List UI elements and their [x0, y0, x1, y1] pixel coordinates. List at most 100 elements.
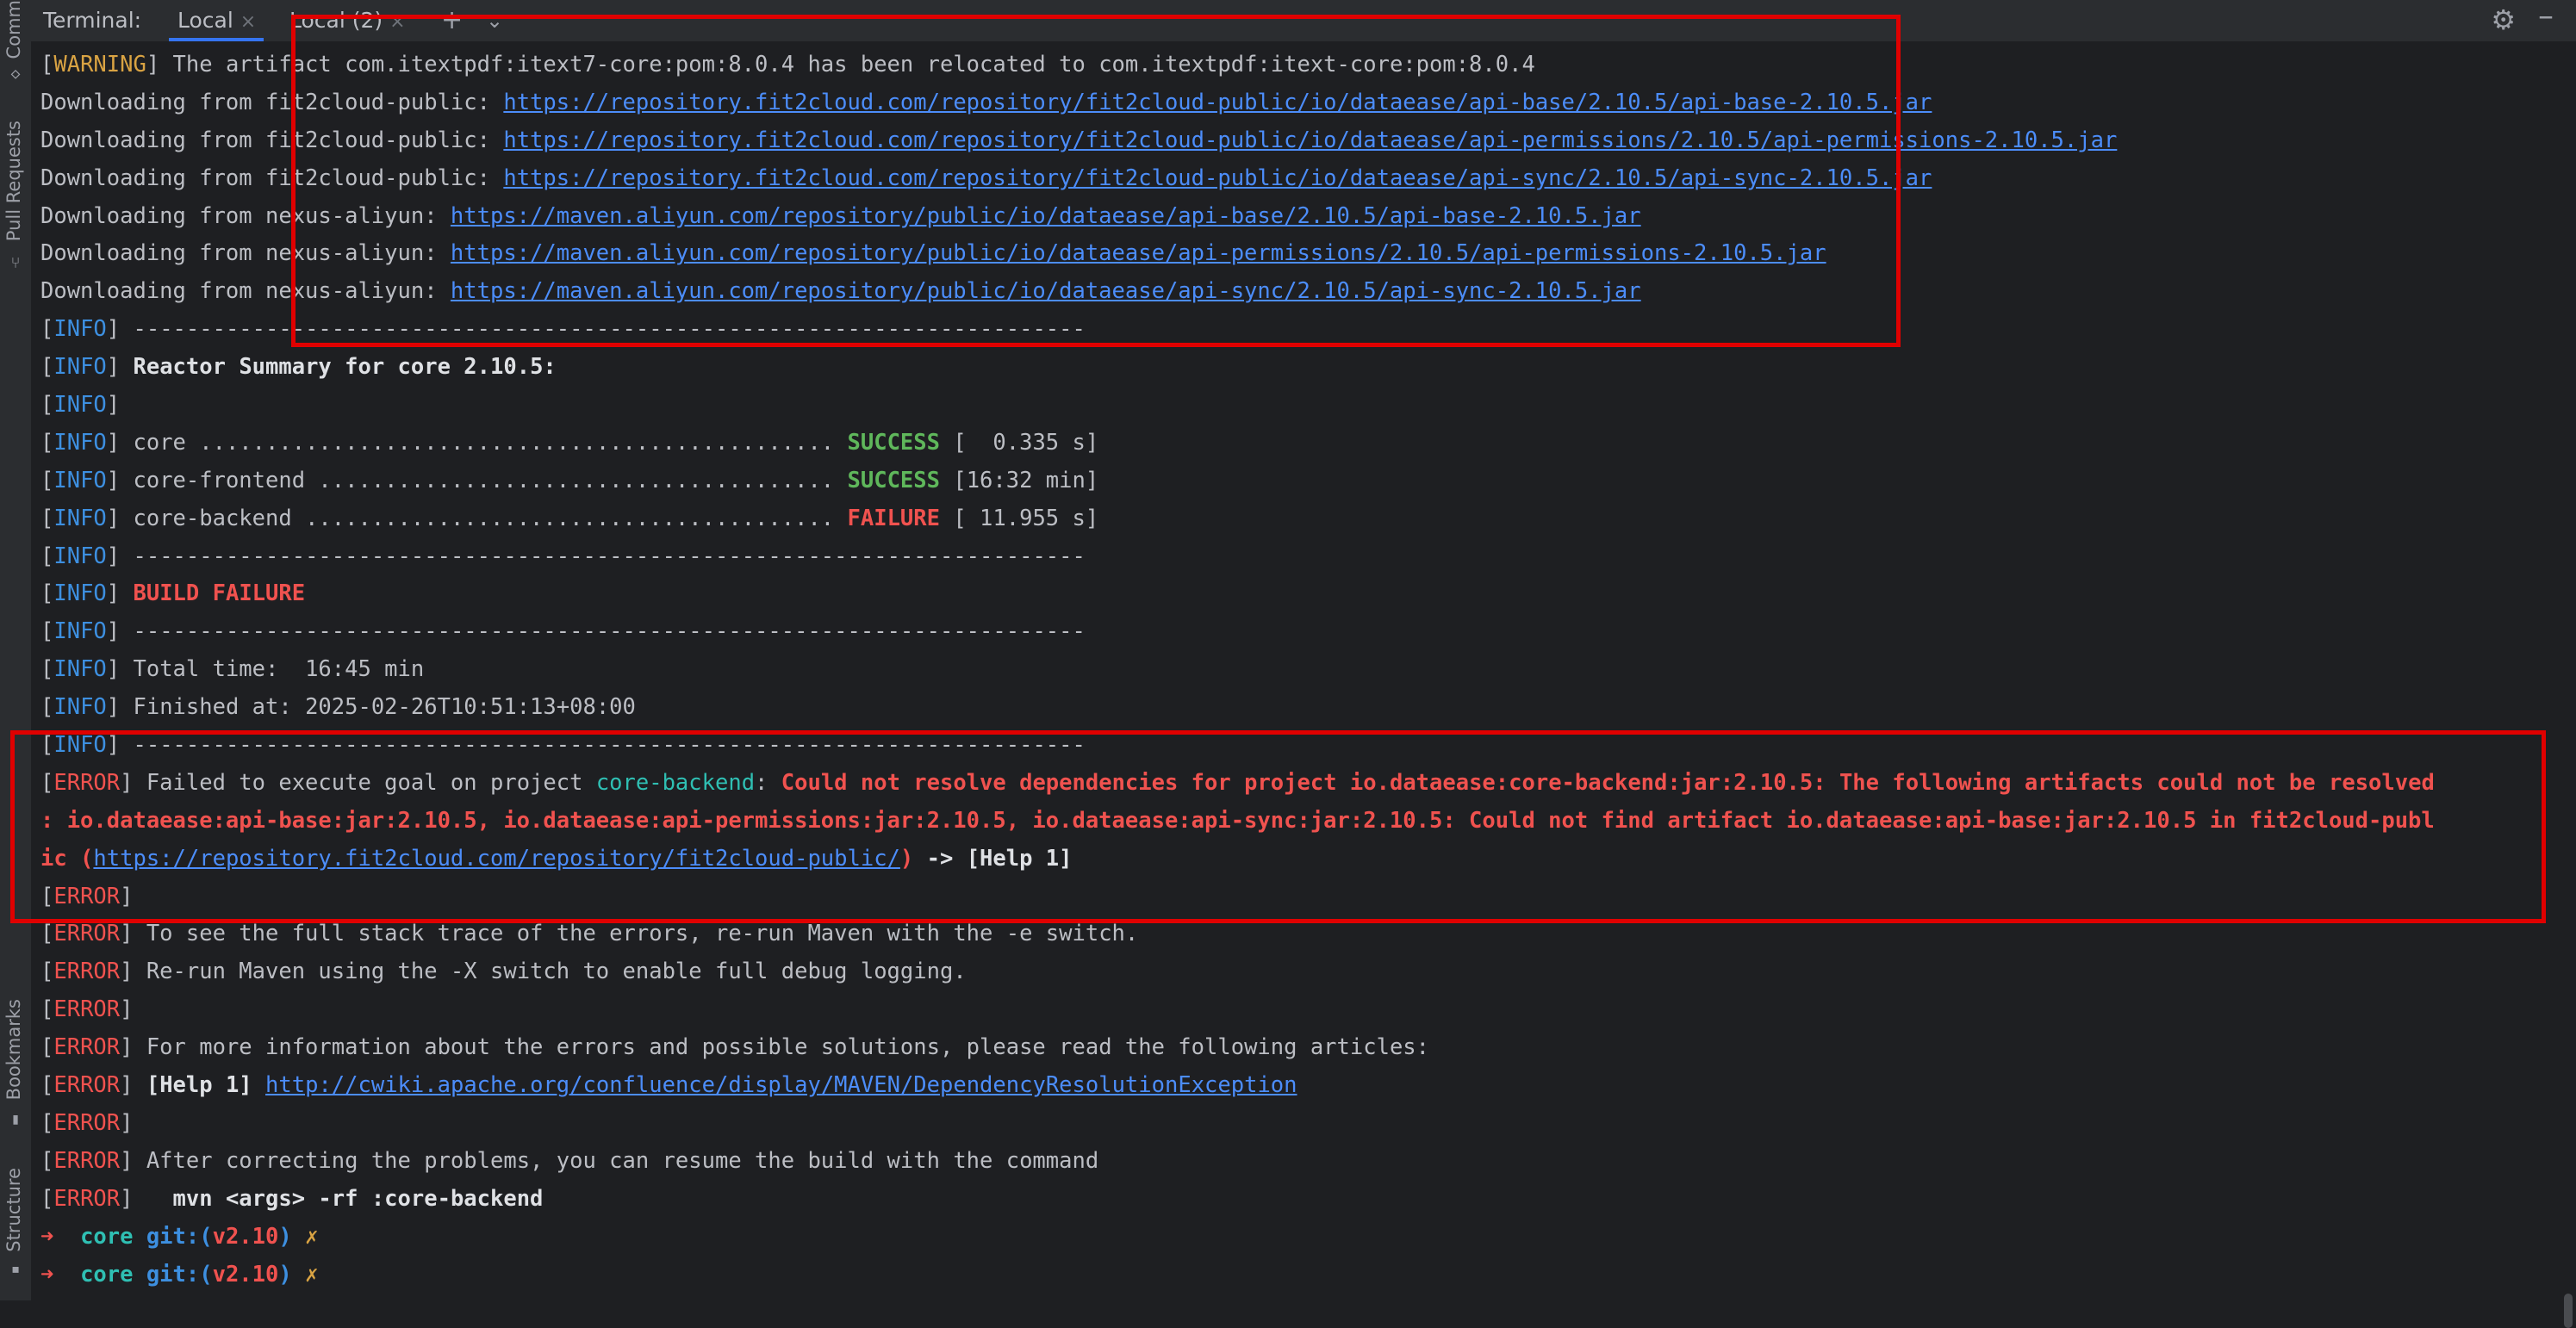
terminal-text: WARNING [53, 52, 146, 78]
terminal-line: ➜ core git:(v2.10) ✗ [40, 1257, 2542, 1294]
terminal-text: [ [40, 543, 54, 569]
terminal-text: [ [40, 694, 54, 721]
terminal-link[interactable]: http://cwiki.apache.org/confluence/displ… [265, 1072, 1297, 1098]
terminal-text: [ [40, 1185, 54, 1212]
terminal-line: Downloading from fit2cloud-public: https… [40, 160, 2542, 198]
terminal-line: [INFO] ---------------------------------… [40, 613, 2542, 651]
terminal-line: [INFO] Total time: 16:45 min [40, 651, 2542, 689]
tab-local-label: Local [177, 8, 233, 33]
terminal-text: INFO [53, 732, 107, 759]
terminal-text: [ [40, 1072, 54, 1099]
terminal-link[interactable]: https://maven.aliyun.com/repository/publ… [451, 240, 1826, 266]
chevron-down-icon[interactable]: ⌄ [486, 9, 503, 33]
terminal-text: ✗ [291, 1261, 319, 1288]
terminal-text: Downloading from fit2cloud-public: [40, 127, 504, 153]
terminal-text: INFO [53, 543, 107, 569]
terminal-text: ) [278, 1261, 292, 1288]
terminal-line: [ERROR] [Help 1] http://cwiki.apache.org… [40, 1067, 2542, 1105]
terminal-text: git:( [146, 1223, 213, 1250]
terminal-line: ic (https://repository.fit2cloud.com/rep… [40, 841, 2542, 878]
terminal-link[interactable]: https://repository.fit2cloud.com/reposit… [93, 846, 900, 872]
terminal-text: ERROR [53, 1072, 121, 1099]
terminal-line: [INFO] Reactor Summary for core 2.10.5: [40, 349, 2542, 387]
terminal-link[interactable]: https://repository.fit2cloud.com/reposit… [503, 127, 2117, 153]
terminal-text: [ [40, 1147, 54, 1174]
terminal-text: ] The artifact com.itextpdf:itext7-core:… [146, 52, 1535, 78]
terminal-text: ] [106, 392, 121, 419]
terminal-line: ➜ core git:(v2.10) ✗ [40, 1219, 2542, 1257]
terminal-text: ] [120, 996, 134, 1023]
terminal-text: [ [40, 921, 54, 947]
terminal-text: ] --------------------------------------… [106, 618, 1086, 645]
terminal-text: INFO [53, 354, 107, 381]
close-icon[interactable]: × [389, 11, 405, 33]
terminal-text: Could not resolve dependencies for proje… [781, 769, 2435, 796]
terminal-text: ERROR [53, 1109, 121, 1136]
tab-local-2[interactable]: Local (2) × [289, 0, 436, 41]
tab-local-2-label: Local (2) [289, 8, 383, 33]
terminal-text: ERROR [53, 921, 121, 947]
terminal-line: : io.dataease:api-base:jar:2.10.5, io.da… [40, 803, 2542, 841]
terminal-text: INFO [53, 505, 107, 531]
terminal-line: [ERROR] To see the full stack trace of t… [40, 915, 2542, 953]
terminal-text: ] [120, 1185, 173, 1212]
structure-tool-label[interactable]: Structure [3, 1168, 24, 1252]
minus-icon[interactable]: – [2538, 0, 2554, 34]
terminal-text: ] [120, 883, 134, 909]
terminal-link[interactable]: https://repository.fit2cloud.com/reposit… [503, 90, 1932, 115]
terminal-line: [INFO] [40, 387, 2542, 425]
terminal-text: ] Re-run Maven using the -X switch to en… [120, 959, 967, 985]
terminal-line: [INFO] core-backend ....................… [40, 500, 2542, 538]
terminal-text: Downloading from nexus-aliyun: [40, 202, 451, 229]
commit-icon[interactable]: ◇ [7, 65, 24, 83]
terminal-line: [INFO] BUILD FAILURE [40, 575, 2542, 613]
terminal-link[interactable]: https://maven.aliyun.com/repository/publ… [451, 278, 1641, 304]
terminal-text: INFO [53, 467, 107, 493]
terminal-text: ] --------------------------------------… [106, 732, 1086, 759]
terminal-text: [ [40, 959, 54, 985]
gear-icon[interactable]: ⚙ [2491, 3, 2516, 36]
terminal-text: [ [40, 316, 54, 343]
scrollbar-thumb[interactable] [2564, 1294, 2573, 1328]
terminal-text: ] --------------------------------------… [106, 543, 1086, 569]
terminal-text: ERROR [53, 769, 121, 796]
commit-tool-label[interactable]: Comm [3, 0, 24, 59]
plus-icon[interactable]: + [441, 5, 463, 35]
terminal-text: [ 11.955 s] [939, 505, 1099, 531]
terminal-text: ] --------------------------------------… [106, 316, 1086, 343]
terminal-text: SUCCESS [847, 467, 940, 493]
terminal-text: [ 0.335 s] [939, 429, 1099, 456]
terminal-line: Downloading from nexus-aliyun: https://m… [40, 235, 2542, 273]
terminal-line: [ERROR] After correcting the problems, y… [40, 1143, 2542, 1181]
terminal-text: ERROR [53, 959, 121, 985]
terminal-output[interactable]: [ WARNING] The artifact com.itextpdf:itex… [40, 47, 2542, 1294]
terminal-text: [ [40, 505, 54, 531]
close-icon[interactable]: × [240, 11, 256, 33]
terminal-text: Downloading from nexus-aliyun: [40, 278, 451, 305]
terminal-text: [ [40, 1034, 54, 1061]
pull-requests-tool-label[interactable]: Pull Requests [3, 121, 24, 241]
terminal-text: -> [Help 1] [913, 845, 1073, 872]
right-gutter [2555, 41, 2576, 1328]
terminal-text: ) [899, 845, 914, 872]
tab-local[interactable]: Local × [169, 0, 264, 41]
bookmarks-tool-label[interactable]: Bookmarks [3, 999, 24, 1100]
terminal-link[interactable]: https://maven.aliyun.com/repository/publ… [451, 203, 1641, 229]
terminal-line: [INFO] ---------------------------------… [40, 538, 2542, 576]
left-tool-strip: Comm ◇ Pull Requests ⑂ Bookmarks ▮ Struc… [0, 0, 32, 1300]
pull-requests-icon[interactable]: ⑂ [7, 255, 24, 272]
bookmark-icon[interactable]: ▮ [7, 1111, 24, 1128]
terminal-text: ] For more information about the errors … [120, 1034, 1430, 1061]
structure-icon[interactable]: ▪ [7, 1261, 24, 1278]
terminal-text: Reactor Summary for core 2.10.5: [133, 354, 557, 381]
terminal-line: Downloading from nexus-aliyun: https://m… [40, 273, 2542, 311]
terminal-line: [INFO] Finished at: 2025-02-26T10:51:13+… [40, 689, 2542, 727]
terminal-line: [WARNING] The artifact com.itextpdf:itex… [40, 47, 2542, 84]
terminal-text: : [755, 769, 781, 796]
terminal-text: git:( [146, 1261, 213, 1288]
terminal-link[interactable]: https://repository.fit2cloud.com/reposit… [503, 165, 1932, 191]
terminal-text: v2.10 [212, 1261, 279, 1288]
terminal-text: ] Failed to execute goal on project [120, 769, 596, 796]
terminal-text: ➜ [40, 1261, 81, 1288]
terminal-text: [ [40, 1109, 54, 1136]
